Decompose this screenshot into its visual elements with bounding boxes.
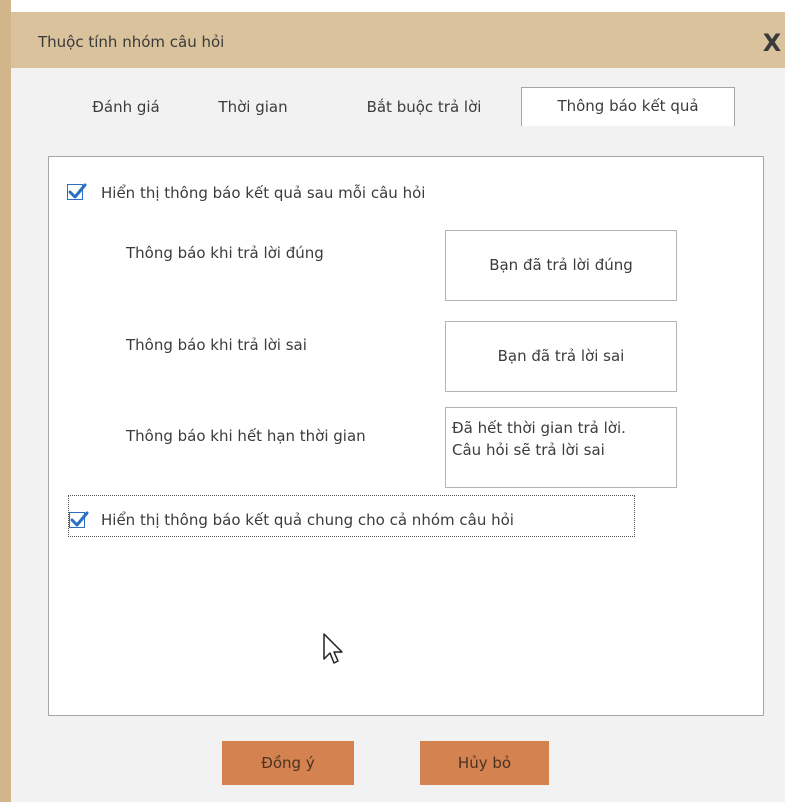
timeout-message-line-2: Câu hỏi sẽ trả lời sai — [452, 441, 605, 459]
close-icon[interactable]: X — [759, 28, 785, 58]
show-result-group-checkbox[interactable] — [69, 511, 89, 528]
checkmark-icon — [70, 511, 89, 527]
wrong-message-field[interactable]: Bạn đã trả lời sai — [445, 321, 677, 392]
tab-thoi-gian[interactable]: Thời gian — [192, 89, 314, 125]
show-result-group-label[interactable]: Hiển thị thông báo kết quả chung cho cả … — [101, 511, 514, 529]
tab-danh-gia[interactable]: Đánh giá — [72, 89, 180, 125]
tab-bat-buoc-tra-loi[interactable]: Bắt buộc trả lời — [338, 89, 510, 125]
correct-message-label: Thông báo khi trả lời đúng — [126, 244, 324, 262]
timeout-message-label: Thông báo khi hết hạn thời gian — [126, 427, 366, 445]
correct-message-field[interactable]: Bạn đã trả lời đúng — [445, 230, 677, 301]
show-result-each-label[interactable]: Hiển thị thông báo kết quả sau mỗi câu h… — [101, 184, 425, 202]
cancel-button[interactable]: Hủy bỏ — [420, 741, 549, 785]
timeout-message-line-1: Đã hết thời gian trả lời. — [452, 419, 626, 437]
wrong-message-label: Thông báo khi trả lời sai — [126, 336, 307, 354]
dialog-title: Thuộc tính nhóm câu hỏi — [38, 33, 225, 51]
show-result-each-checkbox[interactable] — [67, 183, 87, 200]
timeout-message-field[interactable]: Đã hết thời gian trả lời. Câu hỏi sẽ trả… — [445, 407, 677, 488]
ok-button[interactable]: Đồng ý — [222, 741, 354, 785]
mouse-pointer-icon — [323, 633, 343, 664]
checkmark-icon — [68, 183, 87, 199]
window-left-edge — [0, 0, 11, 802]
tab-thong-bao-ket-qua[interactable]: Thông báo kết quả — [521, 87, 735, 126]
